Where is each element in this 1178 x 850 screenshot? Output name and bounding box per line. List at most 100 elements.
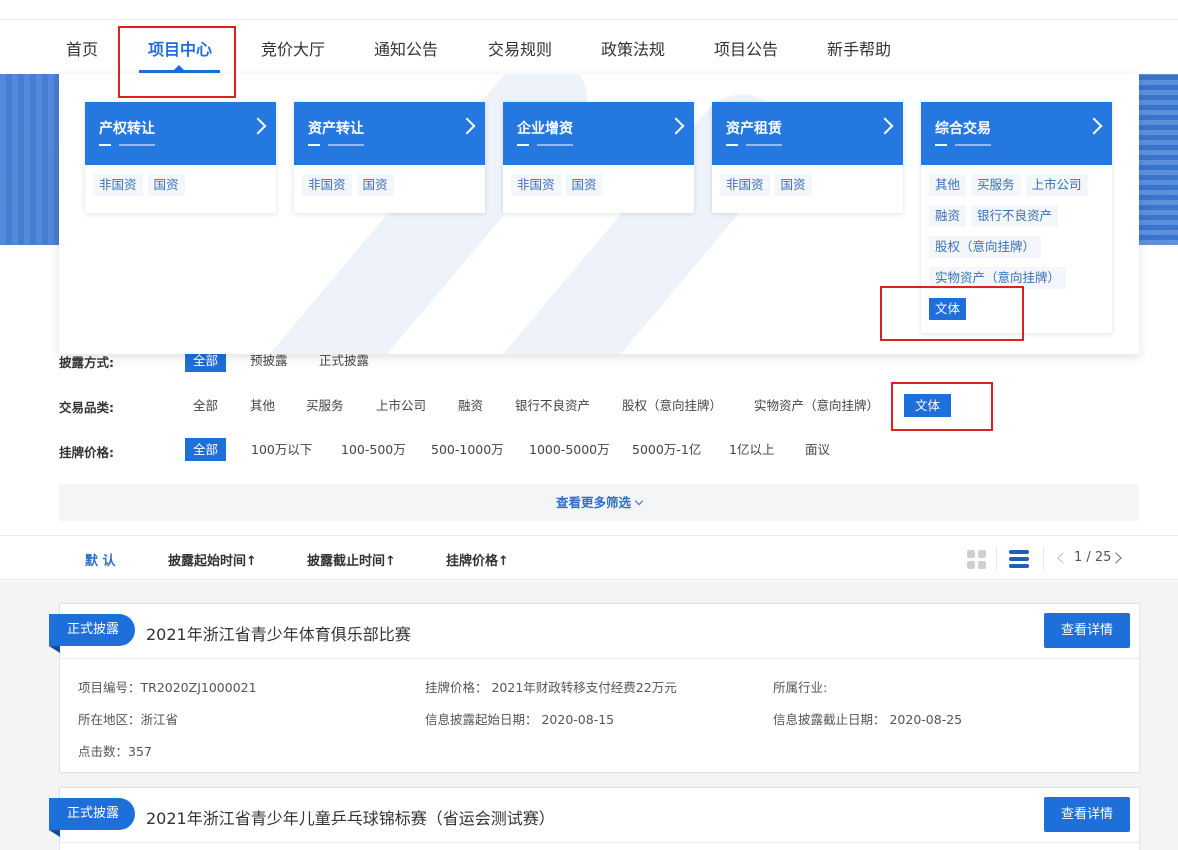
tag-non-state[interactable]: 非国资 (511, 174, 561, 196)
sort-price[interactable]: 挂牌价格↑ (446, 550, 509, 569)
card-arrow-icon (876, 117, 894, 135)
card-title: 产权转让 (99, 121, 155, 137)
filter-category-bad-assets[interactable]: 银行不良资产 (507, 394, 598, 417)
status-badge: 正式披露 (49, 614, 135, 646)
filter-price-negotiable[interactable]: 面议 (797, 438, 838, 461)
listing-title[interactable]: 2021年浙江省青少年儿童乒乓球锦标赛（省运会测试赛） (146, 805, 555, 829)
nav-active-underline (139, 70, 220, 73)
card-head[interactable]: 资产转让 (294, 102, 485, 165)
nav-bidding-hall[interactable]: 竞价大厅 (261, 36, 325, 60)
tag-bad-assets[interactable]: 银行不良资产 (971, 205, 1059, 227)
sort-arrow-icon: ↑ (246, 554, 257, 569)
main-nav: 首页 项目中心 竞价大厅 通知公告 交易规则 政策法规 项目公告 新手帮助 (0, 20, 1178, 74)
filter-label-category: 交易品类: (59, 400, 114, 415)
sort-arrow-icon: ↑ (385, 554, 396, 569)
tag-equity-intent[interactable]: 股权（意向挂牌） (929, 236, 1042, 258)
card-head[interactable]: 企业增资 (503, 102, 694, 165)
tag-state[interactable]: 国资 (774, 174, 812, 196)
tag-non-state[interactable]: 非国资 (93, 174, 143, 196)
card-dash (726, 144, 738, 146)
card-arrow-icon (458, 117, 476, 135)
filter-category-all[interactable]: 全部 (185, 394, 226, 417)
project-code: 项目编号：TR2020ZJ1000021 (78, 680, 257, 695)
card-dash (99, 144, 111, 146)
filter-category-physical[interactable]: 实物资产（意向挂牌） (746, 394, 887, 417)
tag-state[interactable]: 国资 (147, 174, 185, 196)
listing-card: 正式披露 2021年浙江省青少年儿童乒乓球锦标赛（省运会测试赛） 查看详情 (49, 787, 1140, 850)
listing-card: 正式披露 2021年浙江省青少年体育俱乐部比赛 查看详情 项目编号：TR2020… (49, 603, 1140, 773)
card-equity-transfer: 产权转让 非国资 国资 (85, 102, 276, 213)
card-title: 综合交易 (935, 121, 991, 137)
view-details-button[interactable]: 查看详情 (1044, 797, 1130, 832)
tag-other[interactable]: 其他 (929, 174, 967, 196)
filter-price-100-500[interactable]: 100-500万 (333, 438, 414, 461)
tag-state[interactable]: 国资 (565, 174, 603, 196)
nav-notices[interactable]: 通知公告 (374, 36, 438, 60)
card-title: 资产转让 (308, 121, 364, 137)
card-comprehensive-trade: 综合交易 其他 买服务 上市公司 融资 银行不良资产 股权（意向挂牌） 实物资产（意向… (921, 102, 1112, 333)
nav-project-announcements[interactable]: 项目公告 (714, 36, 778, 60)
status-badge: 正式披露 (49, 798, 135, 830)
grid-view-icon[interactable] (967, 550, 987, 570)
card-capital-increase: 企业增资 非国资 国资 (503, 102, 694, 213)
nav-trade-rules[interactable]: 交易规则 (488, 36, 552, 60)
filter-category-other[interactable]: 其他 (242, 394, 283, 417)
nav-policies[interactable]: 政策法规 (601, 36, 665, 60)
sort-arrow-icon: ↑ (498, 554, 509, 569)
card-arrow-icon (667, 117, 685, 135)
card-arrow-icon (1085, 117, 1103, 135)
filter-label-disclosure: 披露方式: (59, 355, 114, 370)
tag-non-state[interactable]: 非国资 (302, 174, 352, 196)
card-asset-lease: 资产租赁 非国资 国资 (712, 102, 903, 213)
nav-home[interactable]: 首页 (66, 36, 98, 60)
filter-price-all[interactable]: 全部 (185, 438, 227, 461)
filter-category-sports[interactable]: 文体 (904, 394, 952, 417)
list-view-icon[interactable] (1009, 549, 1029, 569)
banner-building-left (0, 74, 60, 245)
disclosure-end: 信息披露截止日期： 2020-08-25 (773, 712, 963, 727)
filter-category-services[interactable]: 买服务 (298, 394, 352, 417)
sort-end-date[interactable]: 披露截止时间↑ (307, 550, 396, 569)
card-arrow-icon (249, 117, 267, 135)
filter-category-financing[interactable]: 融资 (450, 394, 491, 417)
view-details-button[interactable]: 查看详情 (1044, 613, 1130, 648)
card-dash (537, 144, 573, 146)
chevron-down-icon (634, 496, 644, 506)
badge-fold (49, 646, 60, 653)
sort-start-date[interactable]: 披露起始时间↑ (168, 550, 257, 569)
filter-price-1000-5000[interactable]: 1000-5000万 (521, 438, 618, 461)
tag-non-state[interactable]: 非国资 (720, 174, 770, 196)
filter-category-listed[interactable]: 上市公司 (368, 394, 434, 417)
tag-sports-culture[interactable]: 文体 (929, 298, 967, 320)
filter-price-5000-1yi[interactable]: 5000万-1亿 (624, 438, 709, 461)
nav-project-center[interactable]: 项目中心 (148, 36, 212, 60)
filter-category-equity[interactable]: 股权（意向挂牌） (614, 394, 730, 417)
card-head[interactable]: 产权转让 (85, 102, 276, 165)
divider (1043, 546, 1044, 571)
tag-physical-intent[interactable]: 实物资产（意向挂牌） (929, 267, 1067, 289)
card-head[interactable]: 资产租赁 (712, 102, 903, 165)
card-asset-transfer: 资产转让 非国资 国资 (294, 102, 485, 213)
more-filters-button[interactable]: 查看更多筛选 (59, 484, 1139, 521)
card-head[interactable]: 综合交易 (921, 102, 1112, 165)
tag-listed-company[interactable]: 上市公司 (1025, 174, 1088, 196)
card-dash (119, 144, 155, 146)
sort-label: 披露截止时间 (307, 554, 386, 569)
sort-label: 挂牌价格 (446, 554, 499, 569)
nav-caret-icon (174, 65, 184, 70)
chevron-right-icon[interactable] (1110, 552, 1122, 564)
nav-help[interactable]: 新手帮助 (827, 36, 891, 60)
more-filters-label: 查看更多筛选 (555, 495, 631, 510)
industry: 所属行业: (773, 680, 828, 695)
filter-price-over-1yi[interactable]: 1亿以上 (721, 438, 782, 461)
chevron-left-icon[interactable] (1057, 552, 1069, 564)
sort-default[interactable]: 默 认 (85, 550, 116, 569)
tag-services[interactable]: 买服务 (971, 174, 1021, 196)
tag-state[interactable]: 国资 (356, 174, 394, 196)
card-dash (746, 144, 782, 146)
listing-title[interactable]: 2021年浙江省青少年体育俱乐部比赛 (146, 621, 411, 645)
filter-price-under-100[interactable]: 100万以下 (243, 438, 320, 461)
banner-building-right (1138, 74, 1178, 245)
filter-price-500-1000[interactable]: 500-1000万 (423, 438, 512, 461)
tag-financing[interactable]: 融资 (929, 205, 967, 227)
